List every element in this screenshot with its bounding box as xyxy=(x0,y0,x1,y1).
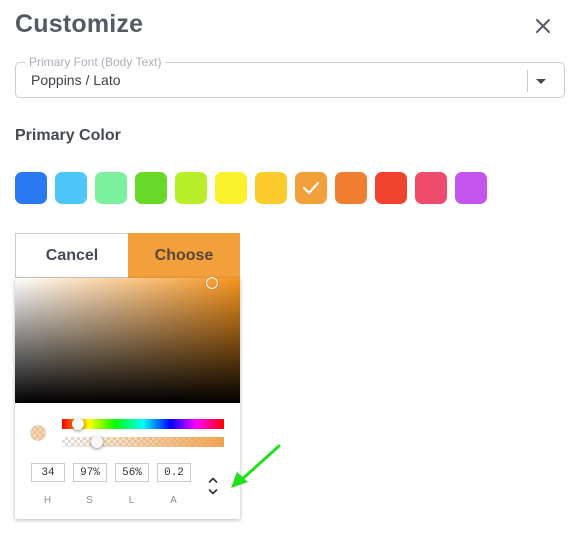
color-swatch[interactable] xyxy=(295,172,327,204)
hue-slider-thumb[interactable] xyxy=(72,418,84,430)
choose-button[interactable]: Choose xyxy=(128,233,240,278)
color-swatch[interactable] xyxy=(135,172,167,204)
saturation-input[interactable] xyxy=(73,463,107,482)
alpha-input[interactable] xyxy=(157,463,191,482)
font-select-value[interactable]: Poppins / Lato xyxy=(31,72,121,88)
color-swatch[interactable] xyxy=(455,172,487,204)
hue-slider[interactable] xyxy=(62,419,224,429)
select-divider xyxy=(527,70,528,92)
cancel-button[interactable]: Cancel xyxy=(15,233,128,278)
hue-label: H xyxy=(43,495,53,506)
lightness-input[interactable] xyxy=(115,463,149,482)
chevron-up-down-icon[interactable] xyxy=(208,475,218,497)
saturation-label: S xyxy=(86,495,94,506)
saturation-lightness-area[interactable] xyxy=(15,278,240,403)
green-arrow-icon xyxy=(228,442,286,492)
alpha-label: A xyxy=(170,495,178,506)
color-swatch[interactable] xyxy=(335,172,367,204)
checkmark-icon xyxy=(302,181,320,195)
color-swatch[interactable] xyxy=(175,172,207,204)
font-select-label: Primary Font (Body Text) xyxy=(25,55,166,69)
color-swatch[interactable] xyxy=(95,172,127,204)
dialog-title: Customize xyxy=(15,10,144,38)
color-swatches xyxy=(15,172,487,204)
color-swatch[interactable] xyxy=(375,172,407,204)
alpha-slider[interactable] xyxy=(62,437,224,447)
color-swatch[interactable] xyxy=(255,172,287,204)
alpha-slider-thumb[interactable] xyxy=(91,436,103,448)
color-picker-popover: H S L A xyxy=(15,277,240,519)
color-swatch[interactable] xyxy=(215,172,247,204)
lightness-label: L xyxy=(128,495,136,506)
primary-color-label: Primary Color xyxy=(15,127,121,144)
color-swatch[interactable] xyxy=(55,172,87,204)
color-swatch[interactable] xyxy=(15,172,47,204)
caret-down-icon[interactable] xyxy=(533,74,549,88)
saturation-handle[interactable] xyxy=(206,277,218,289)
color-preview xyxy=(30,425,46,441)
hue-input[interactable] xyxy=(31,463,65,482)
color-swatch[interactable] xyxy=(415,172,447,204)
close-icon[interactable] xyxy=(531,14,555,38)
